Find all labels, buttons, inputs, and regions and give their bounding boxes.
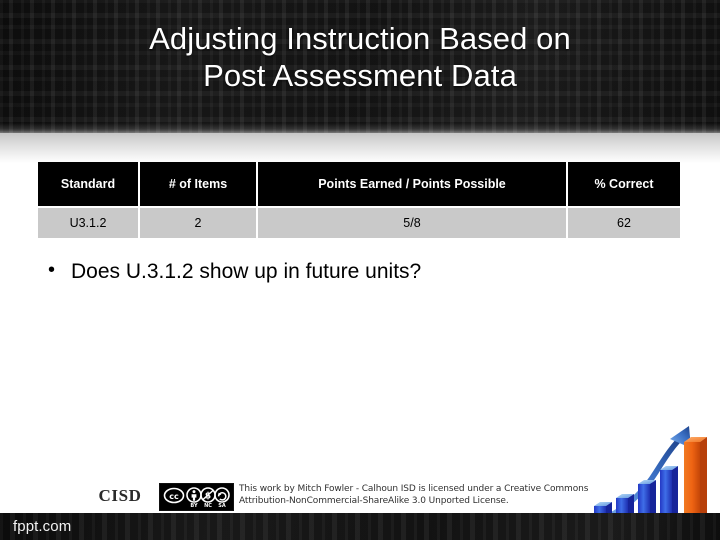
cisd-logo: CISD [92, 483, 148, 509]
column-header-standard: Standard [38, 162, 138, 206]
fppt-watermark: fppt.com [13, 518, 72, 535]
svg-text:SA: SA [218, 503, 226, 508]
license-text: This work by Mitch Fowler - Calhoun ISD … [239, 483, 599, 507]
page-title: Adjusting Instruction Based on Post Asse… [149, 21, 571, 93]
cell-points: 5/8 [258, 208, 566, 238]
cell-num-items: 2 [140, 208, 256, 238]
slide-canvas: Adjusting Instruction Based on Post Asse… [0, 0, 720, 540]
svg-text:BY: BY [190, 503, 198, 508]
column-header-points: Points Earned / Points Possible [258, 162, 566, 206]
svg-text:NC: NC [204, 503, 212, 508]
header-sheen [0, 133, 720, 163]
cisd-logo-text: CISD [98, 486, 142, 505]
column-header-percent-correct: % Correct [568, 162, 680, 206]
bullet-list: Does U.3.1.2 show up in future units? [40, 256, 660, 286]
assessment-data-table: Standard # of Items Points Earned / Poin… [36, 160, 682, 240]
table-header-row: Standard # of Items Points Earned / Poin… [38, 162, 680, 206]
column-header-num-items: # of Items [140, 162, 256, 206]
svg-text:cc: cc [169, 492, 179, 501]
license-line-2: Attribution-NonCommercial-ShareAlike 3.0… [239, 496, 509, 506]
cell-standard: U3.1.2 [38, 208, 138, 238]
list-item: Does U.3.1.2 show up in future units? [40, 256, 660, 286]
table-row: U3.1.2 2 5/8 62 [38, 208, 680, 238]
license-line-1: This work by Mitch Fowler - Calhoun ISD … [239, 484, 589, 494]
creative-commons-badge-icon: cc BY $ NC SA [159, 483, 234, 511]
bottom-band [0, 513, 720, 540]
cell-percent-correct: 62 [568, 208, 680, 238]
